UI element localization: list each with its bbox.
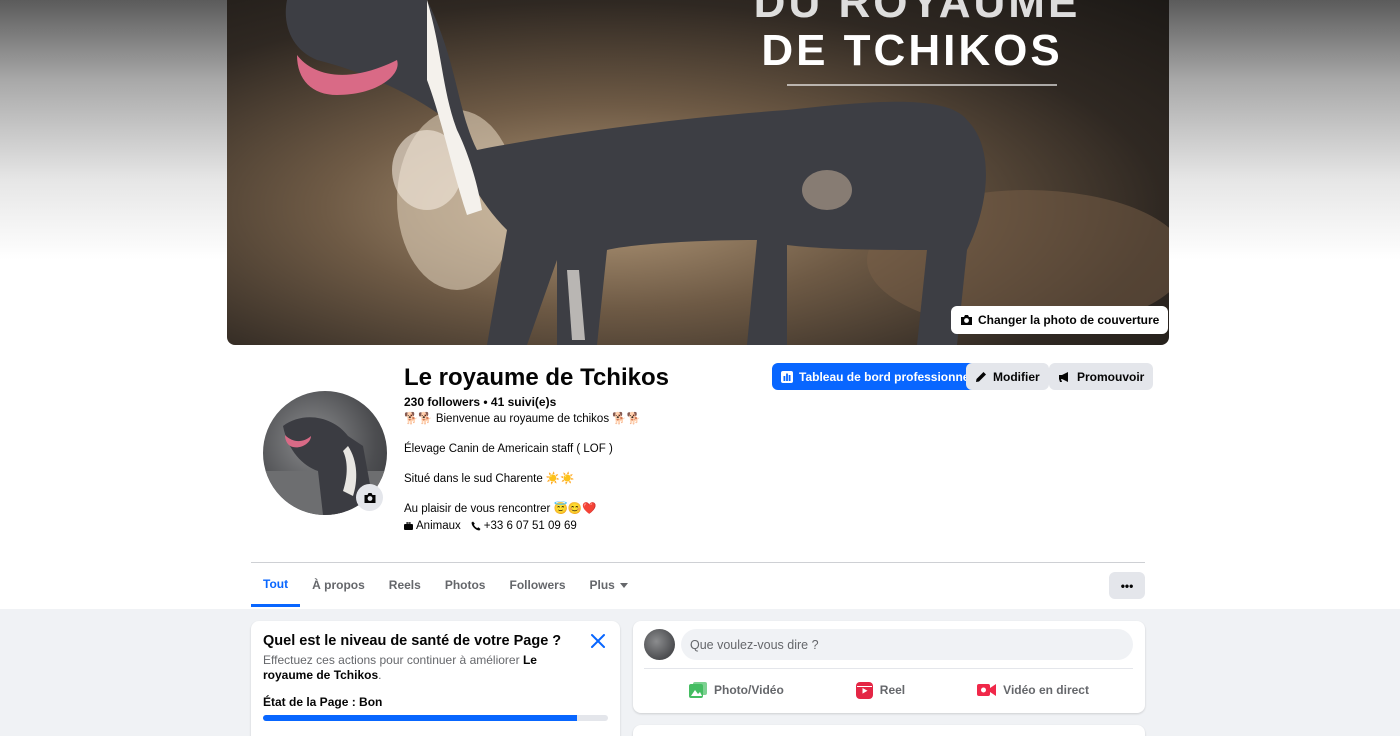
page-title: Le royaume de Tchikos xyxy=(404,364,669,391)
tab-label: Plus xyxy=(589,578,615,592)
promote-label: Promouvoir xyxy=(1077,369,1145,384)
tab-label: Followers xyxy=(509,578,566,592)
tab-label: À propos xyxy=(312,578,365,592)
tab-more[interactable]: Plus xyxy=(578,563,640,607)
briefcase-icon xyxy=(404,522,413,530)
page-details: Animaux +33 6 07 51 09 69 xyxy=(404,520,577,532)
health-progress-fill xyxy=(263,715,577,721)
camera-icon xyxy=(364,492,375,503)
composer-divider xyxy=(644,668,1133,669)
cover-title-line2: DE TCHIKOS xyxy=(761,26,1063,75)
composer-actions: Photo/Vidéo Reel Vidéo en direct xyxy=(633,677,1145,703)
tab-followers[interactable]: Followers xyxy=(497,563,577,607)
tab-all[interactable]: Tout xyxy=(251,563,301,607)
tab-label: Photos xyxy=(444,578,486,592)
close-icon[interactable] xyxy=(588,631,608,651)
composer-avatar[interactable] xyxy=(644,629,675,660)
bio-line: Situé dans le sud Charente ☀️☀️ xyxy=(404,473,575,485)
photo-video-label: Photo/Vidéo xyxy=(714,683,784,697)
live-video-button[interactable]: Vidéo en direct xyxy=(977,677,1089,703)
pencil-icon xyxy=(976,371,986,382)
reel-icon xyxy=(855,681,873,699)
phone-label: +33 6 07 51 09 69 xyxy=(483,520,577,532)
profile-tabs: Tout À propos Reels Photos Followers Plu… xyxy=(251,563,640,609)
camera-icon xyxy=(961,315,972,325)
tab-photos[interactable]: Photos xyxy=(433,563,498,607)
professional-dashboard-label: Tableau de bord professionnel xyxy=(799,369,973,384)
health-title: Quel est le niveau de santé de votre Pag… xyxy=(263,633,562,649)
dashboard-icon xyxy=(781,370,793,383)
category-label: Animaux xyxy=(416,520,461,532)
photo-video-button[interactable]: Photo/Vidéo xyxy=(689,677,784,703)
phone-icon xyxy=(471,521,481,531)
post-composer: Que voulez-vous dire ? Photo/Vidéo Reel xyxy=(633,621,1145,713)
reel-button[interactable]: Reel xyxy=(855,677,906,703)
health-state: État de la Page : Bon xyxy=(263,695,383,709)
reel-label: Reel xyxy=(879,683,906,697)
health-progress-bar xyxy=(263,715,608,721)
bio-line: Élevage Canin de Americain staff ( LOF ) xyxy=(404,443,613,455)
health-subtitle-prefix: Effectuez ces actions pour continuer à a… xyxy=(263,653,520,667)
cover-photo[interactable]: DU ROYAUME DE TCHIKOS Changer la photo d… xyxy=(227,0,1169,345)
change-cover-photo-button[interactable]: Changer la photo de couverture xyxy=(951,306,1169,334)
phone-item[interactable]: +33 6 07 51 09 69 xyxy=(471,520,577,532)
tab-label: Reels xyxy=(388,578,421,592)
page-bio: 🐕🐕 Bienvenue au royaume de tchikos 🐕🐕 Él… xyxy=(404,412,641,532)
composer-input[interactable]: Que voulez-vous dire ? xyxy=(681,629,1133,660)
cover-title-divider xyxy=(787,84,1057,86)
followers-stats[interactable]: 230 followers • 41 suivi(e)s xyxy=(404,395,556,409)
more-options-button[interactable]: ••• xyxy=(1109,572,1145,599)
page-health-card: Quel est le niveau de santé de votre Pag… xyxy=(251,621,620,736)
health-subtitle: Effectuez ces actions pour continuer à a… xyxy=(263,653,573,683)
edit-label: Modifier xyxy=(993,369,1040,384)
live-video-label: Vidéo en direct xyxy=(1003,683,1089,697)
update-profile-picture-button[interactable] xyxy=(356,484,383,511)
bio-line: 🐕🐕 Bienvenue au royaume de tchikos 🐕🐕 xyxy=(404,413,641,425)
promote-button[interactable]: Promouvoir xyxy=(1049,363,1154,390)
bio-line: Au plaisir de vous rencontrer 😇😊❤️ xyxy=(404,503,597,515)
tab-about[interactable]: À propos xyxy=(300,563,377,607)
professional-dashboard-button[interactable]: Tableau de bord professionnel xyxy=(772,363,982,390)
next-feed-card xyxy=(633,725,1145,736)
tab-label: Tout xyxy=(263,576,289,591)
caret-down-icon xyxy=(619,582,628,588)
megaphone-icon xyxy=(1059,371,1068,382)
live-video-icon xyxy=(977,684,997,696)
edit-button[interactable]: Modifier xyxy=(966,363,1049,390)
category-item[interactable]: Animaux xyxy=(404,520,461,532)
cover-title-line1: DU ROYAUME xyxy=(753,0,1081,27)
health-subtitle-suffix: . xyxy=(378,668,382,682)
photo-icon xyxy=(689,682,707,698)
tab-reels[interactable]: Reels xyxy=(377,563,433,607)
change-cover-photo-label: Changer la photo de couverture xyxy=(978,313,1160,327)
